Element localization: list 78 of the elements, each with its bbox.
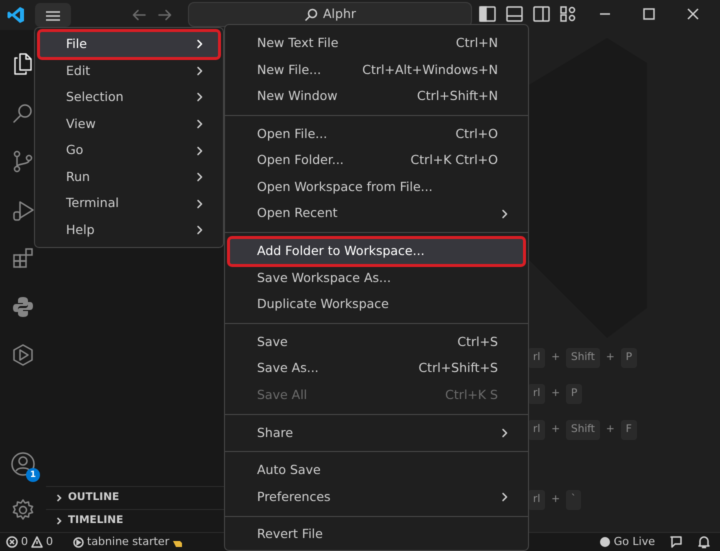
key-chip: rl: [528, 348, 546, 368]
key-chip: Shift: [566, 348, 600, 368]
source-control-icon: [11, 149, 35, 174]
key-chip: rl: [528, 384, 546, 404]
tabnine-icon: [73, 536, 84, 548]
key-chip: rl: [528, 420, 546, 440]
accounts-button[interactable]: 1: [0, 440, 46, 488]
menu-item[interactable]: Help: [39, 217, 219, 244]
menu-item[interactable]: View: [39, 110, 219, 138]
plus-sign: +: [551, 386, 560, 402]
menu-item[interactable]: Add Folder to Workspace...: [229, 238, 524, 265]
menu-button[interactable]: [35, 3, 71, 27]
key-chip: Shift: [566, 420, 600, 440]
go-live-button[interactable]: Go Live: [598, 534, 655, 550]
chevron-right-icon: [195, 66, 205, 76]
menu-item[interactable]: Share: [229, 420, 524, 446]
python-icon: [11, 294, 35, 319]
plus-sign: +: [551, 350, 560, 366]
chevron-right-icon: [195, 146, 205, 156]
secondary-sidebar-icon[interactable]: [533, 6, 550, 22]
warning-icon: [31, 536, 43, 548]
menu-item[interactable]: Duplicate Workspace: [229, 291, 524, 318]
chevron-right-icon: [195, 92, 205, 102]
account-icon: [10, 450, 36, 477]
menu-item[interactable]: Terminal: [39, 190, 219, 218]
customize-layout-icon[interactable]: [560, 6, 577, 22]
account-feedback-icon[interactable]: [669, 534, 683, 549]
menu-item[interactable]: Open Workspace from File...: [229, 174, 524, 201]
chevron-right-icon: [195, 225, 205, 236]
key-chip: P: [566, 384, 582, 404]
key-chip: `: [566, 490, 582, 510]
chevron-right-icon: [195, 172, 205, 182]
notification-count: 1: [26, 468, 40, 482]
back-arrow-icon[interactable]: [132, 8, 146, 22]
plus-sign: +: [606, 350, 615, 366]
command-center-search[interactable]: Alphr: [188, 2, 472, 27]
menu-item[interactable]: Revert File: [229, 522, 524, 548]
maximize-icon[interactable]: [642, 7, 656, 21]
menu-item[interactable]: Open Recent: [229, 200, 524, 228]
hexagon-play-icon: [11, 343, 35, 368]
key-chip: rl: [528, 490, 546, 510]
key-chip: P: [620, 348, 638, 368]
forward-arrow-icon[interactable]: [158, 8, 172, 22]
bell-icon[interactable]: [697, 534, 711, 549]
menu-item[interactable]: Selection: [39, 84, 219, 111]
menu-item[interactable]: Open File... Ctrl+O: [229, 120, 524, 148]
menu-item[interactable]: Auto Save: [229, 457, 524, 484]
menu-item[interactable]: Save As... Ctrl+Shift+S: [229, 356, 524, 382]
menu-item[interactable]: Save Ctrl+S: [229, 328, 524, 356]
problems-indicator[interactable]: 0 0: [6, 534, 53, 550]
search-icon: [304, 8, 318, 22]
menu-item[interactable]: Save Workspace As...: [229, 264, 524, 292]
menu-item[interactable]: Edit: [39, 58, 219, 84]
menu-item[interactable]: Go: [39, 137, 219, 164]
close-icon[interactable]: [686, 7, 700, 21]
chevron-right-icon: [195, 198, 205, 209]
key-chip: F: [620, 420, 637, 440]
broadcast-icon: [598, 536, 611, 548]
error-icon: [6, 536, 18, 548]
menu-item[interactable]: File: [39, 31, 219, 58]
plus-sign: +: [606, 422, 615, 438]
menu-item[interactable]: Run: [39, 164, 219, 191]
menu-item[interactable]: Open Folder... Ctrl+K Ctrl+O: [229, 147, 524, 174]
app-logo-icon: [6, 5, 26, 25]
chevron-right-icon: [195, 119, 205, 130]
settings-icon: [11, 498, 35, 522]
menu-item[interactable]: Preferences: [229, 484, 524, 510]
chevron-right-icon: [195, 39, 205, 50]
panel-layout-icon[interactable]: [506, 6, 523, 22]
tabnine-status[interactable]: tabnine starter: [73, 534, 184, 550]
plus-sign: +: [551, 492, 560, 508]
plus-sign: +: [551, 422, 560, 438]
menu-item[interactable]: New File... Ctrl+Alt+Windows+N: [229, 56, 524, 84]
extensions-icon: [11, 246, 35, 270]
menu-icon: [45, 10, 61, 22]
menu-item[interactable]: New Window Ctrl+Shift+N: [229, 83, 524, 110]
sidebar-layout-icon[interactable]: [479, 6, 496, 22]
menu-item[interactable]: New Text File Ctrl+N: [229, 30, 524, 57]
